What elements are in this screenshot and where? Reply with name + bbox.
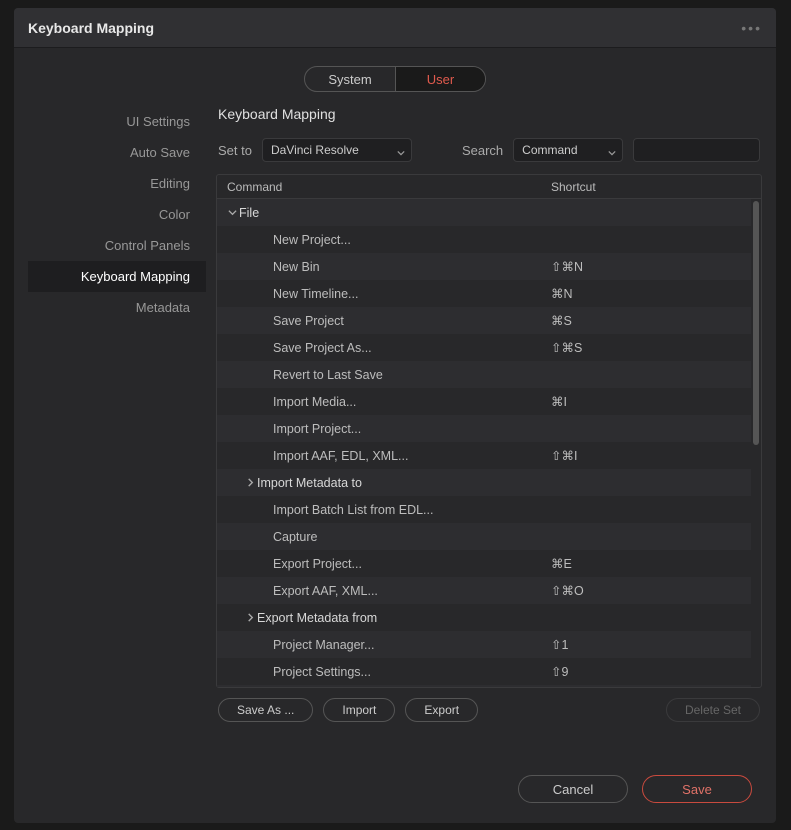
table-row[interactable]: New Bin ⇧⌘N xyxy=(217,253,751,280)
table-row[interactable]: Project Manager... ⇧1 xyxy=(217,631,751,658)
shortcut-label: ⌘N xyxy=(551,286,751,301)
import-button[interactable]: Import xyxy=(323,698,395,722)
command-label: New Project... xyxy=(273,233,351,247)
shortcut-label: ⌘S xyxy=(551,313,751,328)
options-icon[interactable]: ••• xyxy=(741,20,762,36)
main-panel: Keyboard Mapping Set to DaVinci Resolve … xyxy=(206,102,762,757)
search-input[interactable] xyxy=(633,138,760,162)
command-label: Project Manager... xyxy=(273,638,374,652)
commands-table: Command Shortcut File New Project... New B… xyxy=(216,174,762,688)
sidebar-item-auto-save[interactable]: Auto Save xyxy=(28,137,206,168)
col-command: Command xyxy=(217,180,551,194)
table-row[interactable]: New Timeline... ⌘N xyxy=(217,280,751,307)
search-mode-value: Command xyxy=(522,143,577,157)
table-row[interactable]: Revert to Last Save xyxy=(217,361,751,388)
shortcut-label: ⌘E xyxy=(551,556,751,571)
table-row[interactable]: Import Project... xyxy=(217,415,751,442)
chevron-right-icon[interactable] xyxy=(243,478,257,487)
controls-row: Set to DaVinci Resolve Search Command xyxy=(216,138,762,174)
table-row[interactable]: Switch Project xyxy=(217,685,751,687)
sidebar: UI SettingsAuto SaveEditingColorControl … xyxy=(28,102,206,757)
table-row[interactable]: Export AAF, XML... ⇧⌘O xyxy=(217,577,751,604)
shortcut-label: ⇧⌘O xyxy=(551,583,751,598)
table-row[interactable]: New Project... xyxy=(217,226,751,253)
delete-set-button: Delete Set xyxy=(666,698,760,722)
command-label: Export Project... xyxy=(273,557,362,571)
shortcut-label: ⇧⌘N xyxy=(551,259,751,274)
cancel-button[interactable]: Cancel xyxy=(518,775,628,803)
table-row[interactable]: Save Project As... ⇧⌘S xyxy=(217,334,751,361)
command-label: Export Metadata from xyxy=(257,611,377,625)
chevron-down-icon[interactable] xyxy=(225,208,239,217)
chevron-down-icon xyxy=(608,146,616,154)
table-row[interactable]: Save Project ⌘S xyxy=(217,307,751,334)
table-row[interactable]: Capture xyxy=(217,523,751,550)
table-group-row[interactable]: Export Metadata from xyxy=(217,604,751,631)
table-header: Command Shortcut xyxy=(217,175,761,199)
table-row[interactable]: Export Project... ⌘E xyxy=(217,550,751,577)
chevron-down-icon xyxy=(397,146,405,154)
shortcut-label: ⌘I xyxy=(551,394,751,409)
section-title: Keyboard Mapping xyxy=(216,102,762,138)
tab-user[interactable]: User xyxy=(395,67,485,91)
command-label: Import AAF, EDL, XML... xyxy=(273,449,408,463)
titlebar: Keyboard Mapping ••• xyxy=(14,8,776,48)
table-group-row[interactable]: Import Metadata to xyxy=(217,469,751,496)
scrollbar-thumb[interactable] xyxy=(753,201,759,445)
command-label: New Timeline... xyxy=(273,287,358,301)
command-label: Import Metadata to xyxy=(257,476,362,490)
command-label: Import Batch List from EDL... xyxy=(273,503,433,517)
setto-label: Set to xyxy=(218,143,252,158)
shortcut-label: ⇧⌘S xyxy=(551,340,751,355)
command-label: Import Project... xyxy=(273,422,361,436)
command-label: Project Settings... xyxy=(273,665,371,679)
sidebar-item-ui-settings[interactable]: UI Settings xyxy=(28,106,206,137)
command-label: File xyxy=(239,206,259,220)
shortcut-label: ⇧⌘I xyxy=(551,448,751,463)
preset-select-value: DaVinci Resolve xyxy=(271,143,359,157)
save-button[interactable]: Save xyxy=(642,775,752,803)
sidebar-item-control-panels[interactable]: Control Panels xyxy=(28,230,206,261)
table-row[interactable]: Import AAF, EDL, XML... ⇧⌘I xyxy=(217,442,751,469)
search-mode-select[interactable]: Command xyxy=(513,138,623,162)
command-label: Capture xyxy=(273,530,317,544)
search-label: Search xyxy=(462,143,503,158)
table-body[interactable]: File New Project... New Bin ⇧⌘N New Timeline… xyxy=(217,199,761,687)
dialog-title: Keyboard Mapping xyxy=(28,20,154,36)
table-group-row[interactable]: File xyxy=(217,199,751,226)
table-row[interactable]: Import Batch List from EDL... xyxy=(217,496,751,523)
tab-system[interactable]: System xyxy=(305,67,395,91)
set-buttons: Save As ... Import Export Delete Set xyxy=(216,688,762,722)
shortcut-label: ⇧9 xyxy=(551,664,751,679)
command-label: Export AAF, XML... xyxy=(273,584,378,598)
command-label: Revert to Last Save xyxy=(273,368,383,382)
table-row[interactable]: Import Media... ⌘I xyxy=(217,388,751,415)
sidebar-item-editing[interactable]: Editing xyxy=(28,168,206,199)
tab-switch-wrap: System User xyxy=(14,48,776,102)
command-label: Save Project xyxy=(273,314,344,328)
sidebar-item-metadata[interactable]: Metadata xyxy=(28,292,206,323)
command-label: New Bin xyxy=(273,260,320,274)
command-label: Save Project As... xyxy=(273,341,372,355)
tab-switch: System User xyxy=(304,66,486,92)
export-button[interactable]: Export xyxy=(405,698,478,722)
preset-select[interactable]: DaVinci Resolve xyxy=(262,138,412,162)
keyboard-mapping-dialog: Keyboard Mapping ••• System User UI Sett… xyxy=(14,8,776,823)
dialog-footer: Cancel Save xyxy=(14,757,776,823)
chevron-right-icon[interactable] xyxy=(243,613,257,622)
save-as-button[interactable]: Save As ... xyxy=(218,698,313,722)
shortcut-label: ⇧1 xyxy=(551,637,751,652)
command-label: Import Media... xyxy=(273,395,356,409)
col-shortcut: Shortcut xyxy=(551,180,751,194)
sidebar-item-color[interactable]: Color xyxy=(28,199,206,230)
sidebar-item-keyboard-mapping[interactable]: Keyboard Mapping xyxy=(28,261,206,292)
table-row[interactable]: Project Settings... ⇧9 xyxy=(217,658,751,685)
